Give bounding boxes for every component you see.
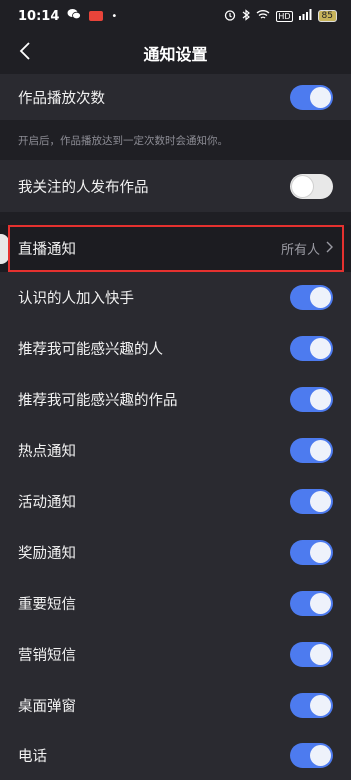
toggle-knob bbox=[310, 593, 331, 614]
bluetooth-icon bbox=[242, 8, 251, 24]
setting-toggle[interactable] bbox=[290, 693, 333, 718]
toggle-knob bbox=[310, 440, 331, 461]
play-count-description: 开启后，作品播放达到一定次数时会通知你。 bbox=[0, 120, 351, 160]
toggle-knob bbox=[310, 338, 331, 359]
setting-row-play-count: 作品播放次数 bbox=[0, 74, 351, 120]
toggle-knob bbox=[310, 491, 331, 512]
section-divider bbox=[0, 212, 351, 225]
setting-row: 认识的人加入快手 bbox=[0, 272, 351, 323]
setting-row: 重要短信 bbox=[0, 578, 351, 629]
setting-toggle[interactable] bbox=[290, 438, 333, 463]
status-time: 10:14 bbox=[18, 8, 60, 24]
chevron-left-icon bbox=[19, 42, 31, 64]
setting-label: 奖励通知 bbox=[18, 546, 76, 562]
toggle-knob bbox=[310, 542, 331, 563]
setting-toggle[interactable] bbox=[290, 642, 333, 667]
wechat-icon bbox=[67, 8, 82, 24]
setting-row: 桌面弹窗 bbox=[0, 680, 351, 731]
toggle-knob bbox=[310, 695, 331, 716]
setting-row: 热点通知 bbox=[0, 425, 351, 476]
toggle-knob bbox=[310, 389, 331, 410]
chevron-right-icon bbox=[326, 241, 333, 257]
setting-label: 推荐我可能感兴趣的人 bbox=[18, 342, 163, 358]
live-notify-value-text: 所有人 bbox=[280, 243, 320, 258]
setting-toggle[interactable] bbox=[290, 540, 333, 565]
signal-icon bbox=[298, 9, 312, 23]
setting-row: 推荐我可能感兴趣的作品 bbox=[0, 374, 351, 425]
battery-indicator: 85 bbox=[317, 10, 337, 22]
wifi-icon bbox=[256, 9, 270, 23]
setting-label: 营销短信 bbox=[18, 648, 76, 664]
nav-bar: 通知设置 bbox=[0, 32, 351, 74]
setting-toggle[interactable] bbox=[290, 336, 333, 361]
back-button[interactable] bbox=[12, 40, 38, 66]
setting-label: 推荐我可能感兴趣的作品 bbox=[18, 393, 178, 409]
toggle-knob bbox=[310, 644, 331, 665]
setting-row: 电话 bbox=[0, 731, 351, 780]
page-title: 通知设置 bbox=[143, 45, 208, 64]
toggle-knob bbox=[310, 287, 331, 308]
alarm-icon bbox=[224, 9, 236, 24]
side-drawer-handle[interactable] bbox=[0, 234, 9, 264]
setting-toggle[interactable] bbox=[290, 743, 333, 768]
setting-label: 直播通知 bbox=[18, 242, 76, 258]
setting-label: 电话 bbox=[18, 749, 47, 765]
toggle-knob bbox=[292, 175, 313, 197]
following-publish-toggle[interactable] bbox=[290, 173, 333, 199]
setting-label: 活动通知 bbox=[18, 495, 76, 511]
setting-row: 推荐我可能感兴趣的人 bbox=[0, 323, 351, 374]
setting-label: 热点通知 bbox=[18, 444, 76, 460]
setting-row: 奖励通知 bbox=[0, 527, 351, 578]
setting-toggle[interactable] bbox=[290, 489, 333, 514]
live-notify-value: 所有人 bbox=[281, 239, 333, 258]
more-dots-icon: • bbox=[111, 10, 118, 22]
setting-toggle[interactable] bbox=[290, 285, 333, 310]
setting-label: 认识的人加入快手 bbox=[18, 291, 134, 307]
toggle-knob bbox=[310, 86, 331, 108]
setting-row-live-notify[interactable]: 直播通知 所有人 bbox=[0, 225, 351, 272]
network-badge: HD bbox=[276, 10, 293, 22]
setting-row: 活动通知 bbox=[0, 476, 351, 527]
app-notification-icon bbox=[89, 11, 104, 21]
setting-toggle[interactable] bbox=[290, 387, 333, 412]
setting-label: 重要短信 bbox=[18, 597, 76, 613]
status-bar: 10:14 • HD 85 bbox=[0, 0, 351, 32]
setting-label: 我关注的人发布作品 bbox=[18, 179, 149, 196]
setting-row-following-publish: 我关注的人发布作品 bbox=[0, 160, 351, 212]
setting-label: 作品播放次数 bbox=[18, 90, 105, 107]
setting-row: 营销短信 bbox=[0, 629, 351, 680]
setting-toggle[interactable] bbox=[290, 591, 333, 616]
play-count-toggle[interactable] bbox=[290, 84, 333, 110]
toggle-knob bbox=[310, 745, 331, 766]
setting-label: 桌面弹窗 bbox=[18, 699, 76, 715]
